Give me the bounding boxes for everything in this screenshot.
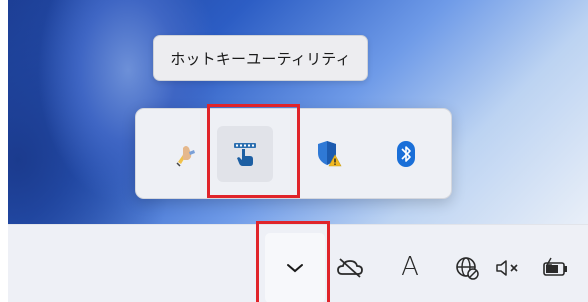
security-warning-icon[interactable] xyxy=(299,126,355,182)
bluetooth-icon[interactable] xyxy=(378,126,434,182)
battery-charging-icon[interactable] xyxy=(536,251,576,285)
hotkey-utility-icon[interactable] xyxy=(217,126,273,182)
chevron-up-icon xyxy=(286,259,304,278)
onedrive-offline-icon[interactable] xyxy=(333,251,367,285)
volume-muted-icon[interactable] xyxy=(491,251,525,285)
network-disconnected-icon[interactable] xyxy=(450,251,484,285)
ime-mode-indicator[interactable]: A xyxy=(393,247,427,287)
tooltip-text: ホットキーユーティリティ xyxy=(170,49,351,68)
tray-overflow-flyout xyxy=(135,108,452,199)
tray-icon-tooltip: ホットキーユーティリティ xyxy=(153,35,368,81)
ime-label: A xyxy=(401,252,419,282)
show-hidden-icons-button[interactable] xyxy=(265,233,325,302)
pen-hand-icon[interactable] xyxy=(158,126,214,182)
taskbar: A xyxy=(8,224,588,302)
